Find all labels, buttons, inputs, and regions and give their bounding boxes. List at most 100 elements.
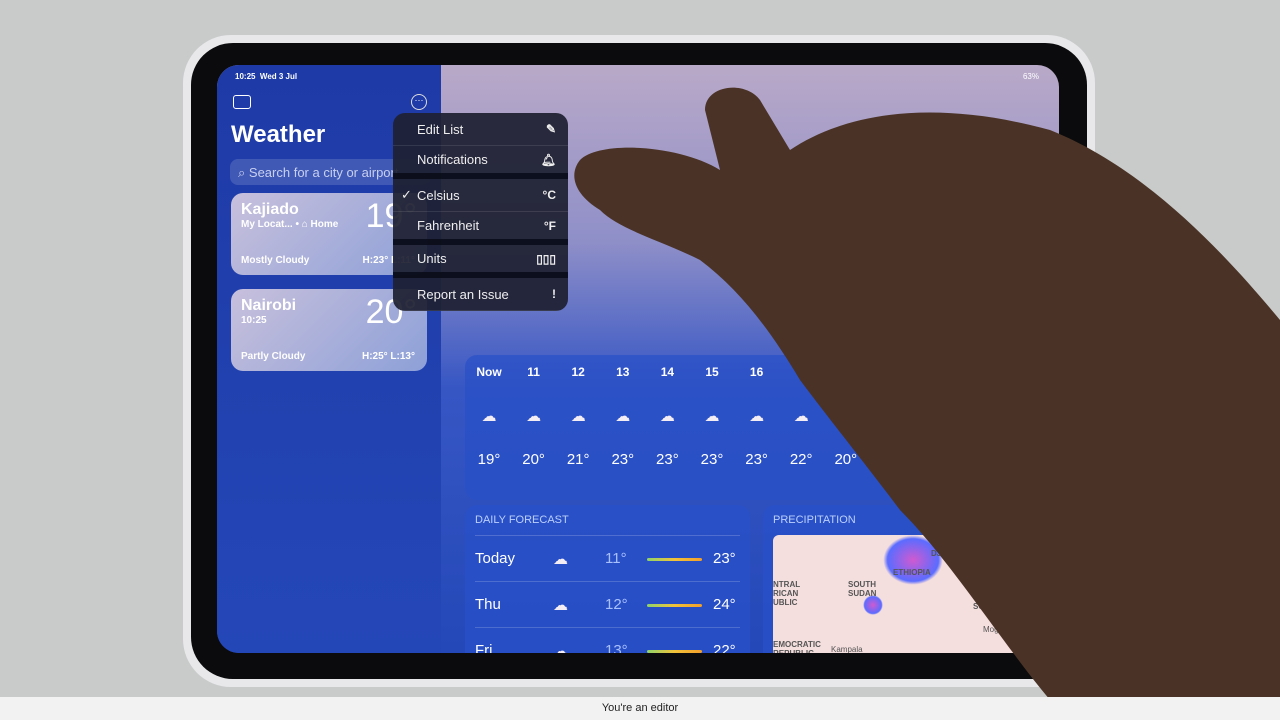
cloud-icon: ☁	[526, 408, 542, 425]
map-label: SOUTH SUDAN	[848, 580, 877, 598]
menu-item-icon: ✎	[545, 122, 556, 136]
hour-label: 14	[660, 365, 675, 379]
precipitation-map[interactable]: ETHIOPIA SOUTH SUDAN SOMALIA Mogadishu K…	[773, 535, 1059, 653]
map-label: EMOCRATIC REPUBLIC	[773, 640, 821, 653]
menu-item-label: Report an Issue	[417, 286, 509, 302]
hour-label: 11	[527, 365, 540, 379]
cloud-icon: ☁	[615, 408, 631, 425]
search-placeholder: Search for a city or airport	[248, 165, 399, 180]
hour-label	[870, 365, 910, 379]
high-temp: 24°	[713, 596, 736, 613]
menu-item-icon: 🔔︎	[540, 152, 556, 167]
cloud-icon: ☁	[570, 408, 586, 425]
daily-forecast-title: DAILY FORECAST	[475, 514, 569, 526]
menu-item-icon: ▯▯▯	[536, 251, 556, 266]
menu-item-label: Edit List	[417, 121, 464, 137]
temp-range-bar	[647, 650, 702, 653]
hourly-item: 16 ☁ 23°	[737, 365, 777, 468]
precipitation-title: PRECIPITATION	[773, 514, 856, 526]
cloud-icon: ☁	[749, 408, 765, 425]
hourly-item: 15 ☁ 23°	[692, 365, 732, 468]
hour-label: 13	[616, 365, 630, 379]
hour-label	[781, 365, 821, 379]
map-label: ETHIOPIA	[893, 568, 931, 577]
hourly-item: ☁ 20°	[826, 365, 866, 468]
hourly-item: Now ☁ 19°	[469, 365, 509, 468]
menu-item-icon: °C	[542, 188, 556, 202]
cloud-icon: ☁	[553, 643, 568, 653]
menu-item[interactable]: Edit List ✎	[393, 113, 568, 146]
battery-status: 63%	[1022, 72, 1039, 81]
map-label: DJIBOUTI	[931, 549, 969, 558]
low-temp: 11°	[605, 550, 627, 567]
city-condition: Mostly Cloudy	[241, 255, 310, 266]
menu-item[interactable]: Fahrenheit °F	[393, 212, 568, 245]
hourly-item: 14 ☁ 23°	[647, 365, 687, 468]
hour-label	[826, 365, 866, 379]
cloud-icon: ☁	[793, 408, 809, 425]
hourly-item: ☁ 22°	[781, 365, 821, 468]
hour-temp: 23°	[745, 451, 768, 468]
footer-status: You're an editor	[0, 697, 1280, 720]
daily-row[interactable]: Thu ☁ 12° 24°	[475, 581, 740, 627]
menu-item[interactable]: Units ▯▯▯	[393, 245, 568, 278]
page-title: Weather	[231, 121, 326, 148]
status-date: Wed 3 Jul	[259, 72, 298, 81]
menu-item-label: Notifications	[417, 152, 488, 167]
day-label: Thu	[475, 596, 501, 613]
map-label: NTRAL RICAN UBLIC	[773, 580, 800, 607]
cloud-icon: ☁	[553, 597, 568, 614]
status-time: 10:25	[235, 72, 256, 81]
hour-temp: 23°	[656, 451, 679, 468]
city-condition: Partly Cloudy	[241, 351, 306, 362]
daily-row[interactable]: Fri ☁ 13° 22°	[475, 627, 740, 653]
day-label: Today	[475, 550, 516, 567]
high-temp: 22°	[713, 642, 736, 653]
ipad: 63% 10:25 Wed 3 Jul ··· Weather ⌕ Search…	[183, 35, 1095, 687]
hour-label: 12	[571, 365, 585, 379]
hourly-item: 13 ☁ 23°	[603, 365, 643, 468]
menu-item-icon: !	[552, 287, 556, 301]
cloud-icon: ☁	[704, 408, 720, 425]
low-temp: 12°	[605, 596, 628, 613]
hour-label: Now	[476, 365, 502, 379]
temp-range-bar	[647, 558, 702, 561]
daily-row[interactable]: Today ☁ 11° 23°	[475, 535, 740, 581]
menu-item[interactable]: Notifications 🔔︎	[393, 146, 568, 179]
hour-label: 16	[749, 365, 764, 379]
menu-item[interactable]: Report an Issue !	[393, 278, 568, 311]
menu-item-label: Units	[417, 251, 447, 266]
low-temp: 13°	[605, 642, 628, 653]
search-icon: ⌕	[238, 165, 249, 180]
sidebar-toggle-icon[interactable]	[233, 95, 251, 109]
hourly-item: ☁ S	[870, 365, 910, 468]
high-temp: 23°	[713, 550, 736, 567]
hour-temp: 21°	[566, 451, 590, 468]
options-menu: Edit List ✎ Notifications 🔔︎ ✓ Celsius °…	[393, 113, 568, 311]
cloud-icon: ☁	[553, 551, 568, 568]
precipitation-panel[interactable]: PRECIPITATION ETHIOPIA SOUTH SUDAN SOMAL…	[763, 505, 1059, 653]
hour-label: 15	[705, 365, 719, 379]
menu-item-label: Celsius	[417, 187, 460, 203]
menu-item-label: Fahrenheit	[417, 218, 480, 233]
hour-temp: 23°	[700, 451, 724, 468]
hour-temp: S	[885, 451, 896, 468]
checkmark-icon: ✓	[401, 187, 412, 202]
hour-temp: 20°	[834, 451, 858, 468]
cloud-icon: ☁	[481, 408, 497, 425]
hourly-item: 11 ☁ 20°	[514, 365, 554, 468]
city-high-low: H:25° L:13°	[361, 351, 415, 362]
day-label: Fri	[475, 642, 493, 653]
map-label: Kampala	[831, 645, 863, 653]
map-label: Mogadishu	[983, 625, 1023, 634]
cloud-icon: ☁	[838, 408, 854, 425]
cloud-icon: ☁	[659, 408, 675, 425]
hourly-item: 12 ☁ 21°	[558, 365, 598, 468]
cloud-icon: ☁	[882, 408, 898, 425]
hour-temp: 22°	[789, 451, 813, 468]
screen: 63% 10:25 Wed 3 Jul ··· Weather ⌕ Search…	[217, 65, 1059, 653]
more-options-icon[interactable]: ···	[411, 94, 427, 110]
hour-temp: 19°	[477, 451, 501, 468]
menu-item[interactable]: ✓ Celsius °C	[393, 179, 568, 212]
hour-temp: 23°	[611, 451, 635, 468]
